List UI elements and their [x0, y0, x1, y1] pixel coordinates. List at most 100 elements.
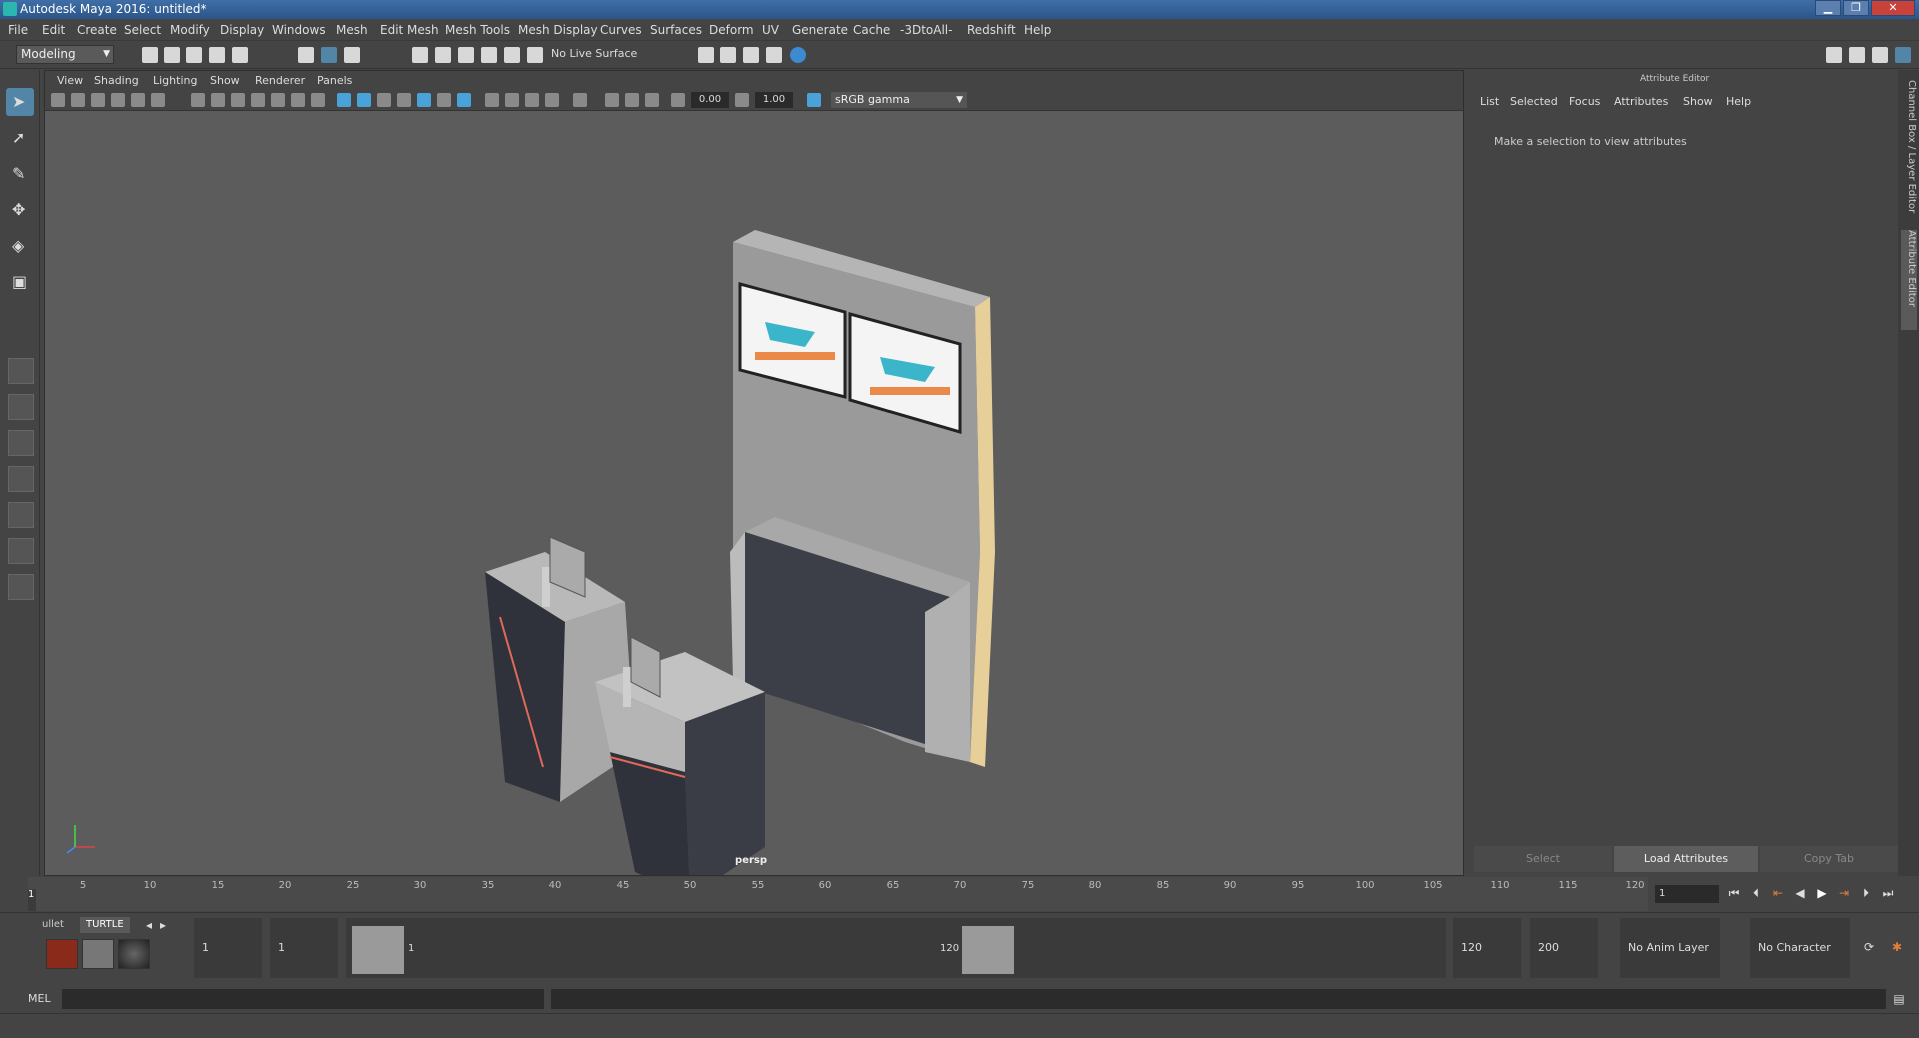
color-space-select[interactable]: sRGB gamma ▼	[831, 92, 967, 108]
close-button[interactable]: ✕	[1871, 0, 1915, 16]
motion-blur-icon[interactable]	[505, 93, 519, 107]
playback-end-field[interactable]: 120	[1453, 918, 1521, 978]
menu-create[interactable]: Create	[77, 23, 117, 37]
minimize-button[interactable]: ▁	[1815, 0, 1841, 16]
gamma-field[interactable]: 1.00	[755, 92, 793, 108]
ae-menu-help[interactable]: Help	[1726, 95, 1751, 108]
safe-title-icon[interactable]	[311, 93, 325, 107]
range-slider-track[interactable]: 1 120	[346, 918, 1446, 978]
safe-action-icon[interactable]	[291, 93, 305, 107]
go-to-end-button[interactable]: ⏭	[1881, 885, 1895, 901]
paint-select-tool[interactable]: ✎	[6, 160, 34, 188]
menu-edit[interactable]: Edit	[42, 23, 65, 37]
ae-menu-attributes[interactable]: Attributes	[1614, 95, 1668, 108]
vp-menu-panels[interactable]: Panels	[317, 74, 352, 87]
ipr-render-icon[interactable]	[743, 47, 759, 63]
preferences-icon[interactable]: ✱	[1890, 939, 1904, 955]
gamma-icon[interactable]	[735, 93, 749, 107]
attribute-editor-toggle-icon[interactable]	[1849, 47, 1865, 63]
menu-cache[interactable]: Cache	[853, 23, 890, 37]
snap-vertex-icon[interactable]	[527, 47, 543, 63]
select-hierarchy-icon[interactable]	[298, 47, 314, 63]
menu-modify[interactable]: Modify	[170, 23, 210, 37]
time-slider[interactable]: 1 5 10 15 20 25 30 35 40 45 50 55 60 65 …	[0, 877, 1919, 911]
rotate-tool[interactable]: ◈	[6, 232, 34, 260]
tab-attribute-editor[interactable]: Attribute Editor	[1901, 230, 1917, 330]
step-back-button[interactable]: ⏴	[1749, 885, 1763, 901]
range-end-handle[interactable]	[962, 926, 1014, 974]
vp-menu-renderer[interactable]: Renderer	[255, 74, 305, 87]
use-lights-icon[interactable]	[437, 93, 451, 107]
go-to-start-button[interactable]: ⏮	[1727, 885, 1741, 901]
depth-of-field-icon[interactable]	[545, 93, 559, 107]
step-back-key-button[interactable]: ⇤	[1771, 885, 1785, 901]
screen-space-ao-icon[interactable]	[485, 93, 499, 107]
more-layouts-button[interactable]	[8, 574, 34, 600]
new-scene-icon[interactable]	[142, 47, 158, 63]
save-scene-icon[interactable]	[186, 47, 202, 63]
anti-aliasing-icon[interactable]	[525, 93, 539, 107]
turtle-sphere-icon[interactable]	[118, 939, 150, 969]
ae-menu-selected[interactable]: Selected	[1510, 95, 1558, 108]
mel-label[interactable]: MEL	[28, 992, 51, 1005]
menu-windows[interactable]: Windows	[272, 23, 326, 37]
wireframe-on-shaded-icon[interactable]	[397, 93, 411, 107]
camera-attributes-icon[interactable]	[71, 93, 85, 107]
scale-tool[interactable]: ▣	[6, 268, 34, 296]
snap-curve-icon[interactable]	[435, 47, 451, 63]
vp-menu-shading[interactable]: Shading	[94, 74, 139, 87]
vp-menu-lighting[interactable]: Lighting	[153, 74, 197, 87]
xray-components-icon[interactable]	[645, 93, 659, 107]
channel-box-toggle-icon[interactable]	[1895, 47, 1911, 63]
animation-end-field[interactable]: 200	[1530, 918, 1598, 978]
ae-menu-focus[interactable]: Focus	[1569, 95, 1600, 108]
menu-redshift[interactable]: Redshift	[967, 23, 1016, 37]
maximize-button[interactable]: ❐	[1843, 0, 1869, 16]
play-backwards-button[interactable]: ◀	[1793, 885, 1807, 901]
color-management-icon[interactable]	[807, 93, 821, 107]
default-material-icon[interactable]	[377, 93, 391, 107]
move-tool[interactable]: ✥	[6, 196, 34, 224]
menu-surfaces[interactable]: Surfaces	[650, 23, 702, 37]
current-frame-marker[interactable]: 1	[28, 889, 36, 911]
grid-icon[interactable]	[191, 93, 205, 107]
script-editor-icon[interactable]: ▤	[1892, 991, 1906, 1007]
exposure-field[interactable]: 0.00	[691, 92, 729, 108]
select-button[interactable]: Select	[1474, 846, 1612, 872]
undo-icon[interactable]	[209, 47, 225, 63]
persp-hypershade-layout-button[interactable]	[8, 502, 34, 528]
outliner-persp-layout-button[interactable]	[8, 538, 34, 564]
bookmark-icon[interactable]	[91, 93, 105, 107]
menu-3dtoall[interactable]: -3DtoAll-	[900, 23, 952, 37]
menu-deform[interactable]: Deform	[709, 23, 754, 37]
select-tool[interactable]: ➤	[6, 88, 34, 116]
snap-view-plane-icon[interactable]	[481, 47, 497, 63]
grease-pencil-icon[interactable]	[151, 93, 165, 107]
snap-surface-icon[interactable]	[504, 47, 520, 63]
copy-tab-button[interactable]: Copy Tab	[1760, 846, 1898, 872]
live-surface-field[interactable]: No Live Surface	[551, 47, 637, 60]
ae-menu-show[interactable]: Show	[1683, 95, 1713, 108]
shelf-tab-bullet[interactable]: ullet	[36, 917, 70, 933]
lasso-tool[interactable]: ➚	[6, 124, 34, 152]
select-component-icon[interactable]	[344, 47, 360, 63]
select-object-icon[interactable]	[321, 47, 337, 63]
menu-edit-mesh[interactable]: Edit Mesh	[380, 23, 439, 37]
shadows-icon[interactable]	[457, 93, 471, 107]
time-ruler[interactable]: 1 5 10 15 20 25 30 35 40 45 50 55 60 65 …	[28, 877, 1648, 911]
field-chart-icon[interactable]	[271, 93, 285, 107]
scene-view[interactable]	[45, 112, 1463, 875]
film-gate-icon[interactable]	[211, 93, 225, 107]
animation-start-field[interactable]: 1	[194, 918, 262, 978]
render-settings-icon[interactable]	[698, 47, 714, 63]
snap-point-icon[interactable]	[458, 47, 474, 63]
vp-menu-view[interactable]: View	[57, 74, 83, 87]
menu-mesh-tools[interactable]: Mesh Tools	[445, 23, 510, 37]
hypershade-icon[interactable]	[790, 47, 806, 63]
smooth-shade-icon[interactable]	[357, 93, 371, 107]
menu-uv[interactable]: UV	[762, 23, 779, 37]
range-start-handle[interactable]	[352, 926, 404, 974]
persp-outliner-layout-button[interactable]	[8, 430, 34, 456]
render-frame-icon[interactable]	[720, 47, 736, 63]
tab-channel-box[interactable]: Channel Box / Layer Editor	[1901, 80, 1917, 220]
